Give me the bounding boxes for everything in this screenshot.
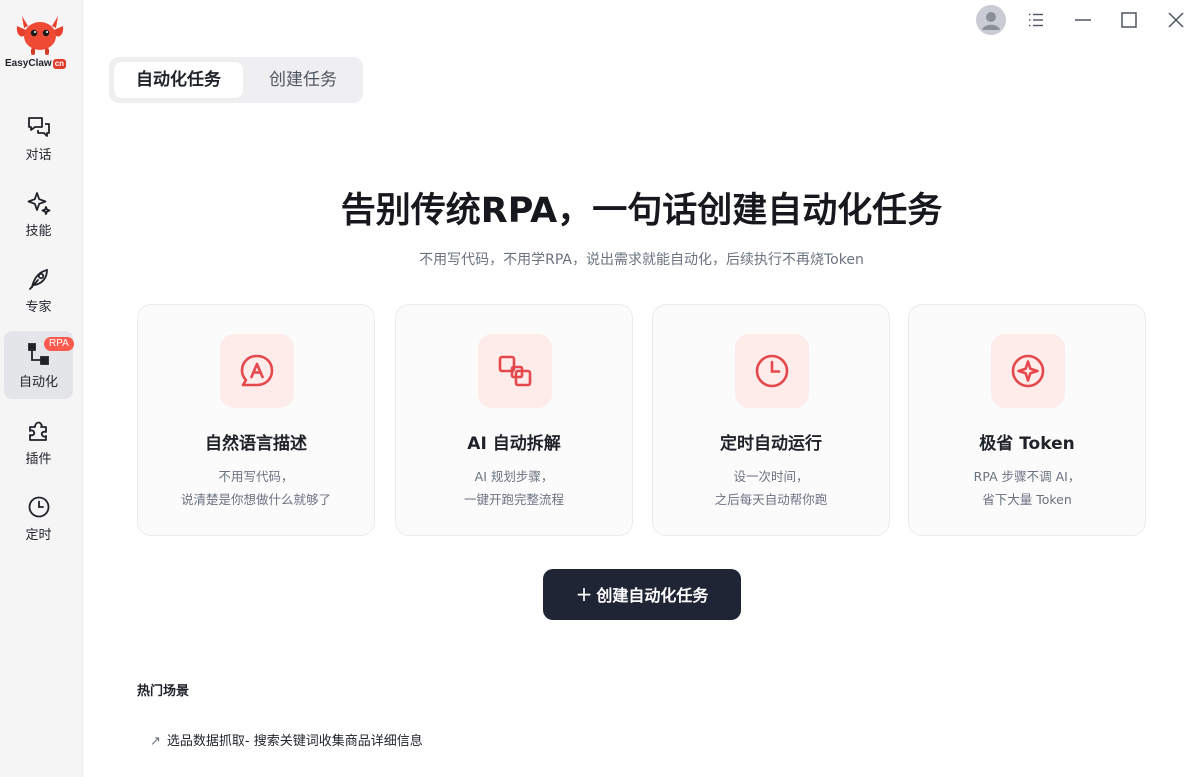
card-title: 极省 Token — [979, 434, 1075, 454]
hot-scenario-item[interactable]: ↗ 选品数据抓取- 搜索关键词收集商品详细信息 — [150, 730, 423, 749]
clock-icon — [28, 496, 50, 518]
minimize-icon — [1075, 19, 1091, 21]
sidebar-item-label: 插件 — [25, 452, 52, 467]
feature-card-natural-language: 自然语言描述 不用写代码， 说清楚是你想做什么就够了 — [137, 304, 375, 536]
claw-logo-icon — [16, 16, 64, 55]
card-title: 定时自动运行 — [720, 434, 822, 454]
token-icon — [1011, 354, 1045, 388]
puzzle-icon — [29, 421, 47, 441]
chat-a-icon — [240, 354, 274, 387]
sidebar-item-label: 自动化 — [18, 375, 58, 390]
card-description: 设一次时间， 之后每天自动帮你跑 — [653, 465, 889, 511]
maximize-icon — [1121, 12, 1137, 28]
feature-card-token-saving: 极省 Token RPA 步骤不调 AI， 省下大量 Token — [908, 304, 1146, 536]
feature-card-scheduled: 定时自动运行 设一次时间， 之后每天自动帮你跑 — [652, 304, 890, 536]
card-desc-line: RPA 步骤不调 AI， — [973, 469, 1081, 484]
hero-title: 告别传统RPA，一句话创建自动化任务 — [340, 191, 943, 231]
card-description: RPA 步骤不调 AI， 省下大量 Token — [909, 465, 1145, 511]
sparkle-icon — [27, 192, 51, 215]
card-icon-container — [735, 334, 809, 408]
chat-icon — [28, 117, 50, 137]
task-tabs: 自动化任务 创建任务 — [109, 57, 363, 103]
create-button-label: 创建自动化任务 — [596, 586, 709, 605]
sidebar-item-experts[interactable]: 专家 — [4, 256, 73, 324]
card-title: AI 自动拆解 — [467, 434, 561, 454]
split-icon — [498, 355, 532, 387]
rpa-badge: RPA — [44, 337, 74, 351]
hot-scenarios-title: 热门场景 — [137, 684, 190, 699]
card-description: 不用写代码， 说清楚是你想做什么就够了 — [138, 465, 374, 511]
sidebar-item-label: 技能 — [25, 224, 52, 239]
sidebar-item-chat[interactable]: 对话 — [4, 104, 73, 172]
card-desc-line: 不用写代码， — [218, 469, 294, 484]
hot-scenario-label: 选品数据抓取- 搜索关键词收集商品详细信息 — [166, 734, 423, 749]
tab-create-task[interactable]: 创建任务 — [248, 62, 358, 98]
tab-automation-tasks[interactable]: 自动化任务 — [114, 62, 243, 98]
minimize-button[interactable] — [1068, 5, 1098, 35]
avatar-icon — [976, 5, 1006, 35]
feather-icon — [29, 268, 48, 290]
menu-button[interactable] — [1021, 5, 1051, 35]
card-desc-line: AI 规划步骤， — [474, 469, 554, 484]
card-desc-line: 省下大量 Token — [982, 492, 1072, 507]
sidebar-item-schedule[interactable]: 定时 — [4, 484, 73, 552]
user-avatar[interactable] — [976, 5, 1006, 35]
logo-text: EasyClaw cn — [5, 58, 67, 69]
create-automation-task-button[interactable]: + 创建自动化任务 — [543, 569, 741, 620]
card-icon-container — [478, 334, 552, 408]
card-desc-line: 说清楚是你想做什么就够了 — [180, 492, 331, 507]
hero-subtitle: 不用写代码，不用学RPA，说出需求就能自动化，后续执行不再烧Token — [419, 252, 864, 268]
card-desc-line: 设一次时间， — [733, 469, 809, 484]
card-icon-container — [220, 334, 294, 408]
close-icon — [1168, 12, 1184, 28]
clock-icon — [755, 354, 789, 388]
sidebar-item-automation[interactable]: RPA 自动化 — [4, 331, 74, 399]
app-logo[interactable]: EasyClaw cn — [4, 12, 78, 74]
card-description: AI 规划步骤， 一键开跑完整流程 — [396, 465, 632, 511]
sidebar: EasyClaw cn 对话 技能 专家 RPA 自动化 插件 定时 — [0, 0, 83, 777]
card-icon-container — [991, 334, 1065, 408]
feature-card-ai-split: AI 自动拆解 AI 规划步骤， 一键开跑完整流程 — [395, 304, 633, 536]
sidebar-item-label: 对话 — [25, 148, 52, 163]
card-title: 自然语言描述 — [205, 434, 307, 454]
sidebar-item-label: 定时 — [25, 528, 52, 543]
menu-icon — [1029, 13, 1043, 27]
card-desc-line: 之后每天自动帮你跑 — [714, 492, 828, 507]
sidebar-item-label: 专家 — [25, 300, 52, 315]
maximize-button[interactable] — [1114, 5, 1144, 35]
sidebar-item-plugins[interactable]: 插件 — [4, 408, 73, 476]
plus-icon: + — [575, 582, 593, 606]
sidebar-item-skills[interactable]: 技能 — [4, 180, 73, 248]
close-button[interactable] — [1161, 5, 1191, 35]
card-desc-line: 一键开跑完整流程 — [463, 492, 564, 507]
arrow-up-right-icon: ↗ — [150, 734, 161, 749]
logo-badge: cn — [52, 59, 67, 69]
